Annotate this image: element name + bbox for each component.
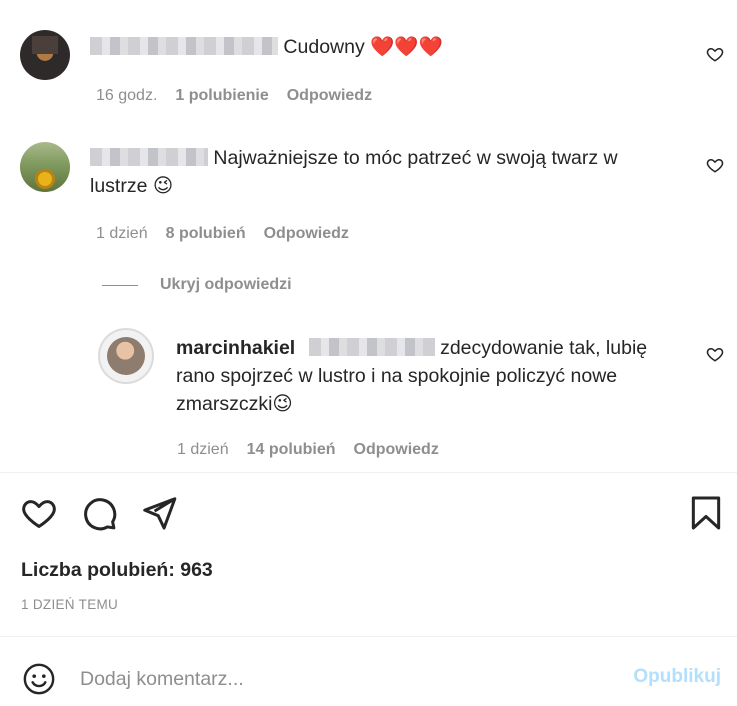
reply-text-line3: zmarszczki😉: [176, 393, 293, 415]
reply-text-line1: zdecydowanie tak, lubię: [440, 337, 648, 359]
reply-button[interactable]: Odpowiedz: [264, 225, 349, 243]
publish-button[interactable]: Opublikuj: [633, 666, 721, 688]
comment-time[interactable]: 16 godz.: [96, 87, 157, 105]
comment-meta: 16 godz. 1 polubienie Odpowiedz: [96, 87, 372, 105]
blurred-username[interactable]: [90, 37, 278, 55]
reply-likes[interactable]: 14 polubień: [247, 441, 336, 459]
comment-time[interactable]: 1 dzień: [96, 225, 148, 243]
post-date[interactable]: 1 DZIEŃ TEMU: [21, 597, 118, 612]
avatar[interactable]: [98, 328, 154, 384]
reply-username[interactable]: marcinhakiel: [176, 337, 295, 359]
reply-meta: 1 dzień 14 polubień Odpowiedz: [177, 441, 439, 459]
avatar[interactable]: [20, 142, 70, 192]
comment-input[interactable]: [80, 664, 600, 694]
comment-item: Najważniejsze to móc patrzeć w swoją twa…: [0, 110, 737, 260]
replies-divider-line: [102, 284, 138, 286]
hide-replies-button[interactable]: Ukryj odpowiedzi: [102, 276, 292, 294]
comment-icon[interactable]: [80, 494, 118, 532]
reply-body: marcinhakiel zdecydowanie tak, lubię ran…: [176, 334, 696, 418]
reply-time[interactable]: 1 dzień: [177, 441, 229, 459]
reply-item: marcinhakiel zdecydowanie tak, lubię ran…: [0, 320, 737, 470]
comment-body: Cudowny ❤️❤️❤️: [90, 33, 443, 61]
blurred-username[interactable]: [90, 148, 208, 166]
divider: [0, 472, 737, 473]
emoji-icon[interactable]: [22, 662, 56, 696]
like-comment-icon[interactable]: [706, 45, 724, 63]
avatar-photo: [107, 337, 145, 375]
comment-text: Cudowny ❤️❤️❤️: [283, 36, 443, 58]
comment-text-line2: lustrze 😉: [90, 175, 174, 197]
hide-replies-label: Ukryj odpowiedzi: [160, 276, 292, 293]
share-icon[interactable]: [140, 494, 178, 532]
comment-likes[interactable]: 8 polubień: [166, 225, 246, 243]
comment-meta: 1 dzień 8 polubień Odpowiedz: [96, 225, 349, 243]
like-reply-icon[interactable]: [706, 345, 724, 363]
post-action-bar: [20, 494, 725, 534]
heart-icon[interactable]: [20, 494, 58, 532]
reply-text-line2: rano spojrzeć w lustro i na spokojnie po…: [176, 365, 618, 387]
comment-likes[interactable]: 1 polubienie: [175, 87, 268, 105]
comment-composer: Opublikuj: [0, 650, 737, 706]
blurred-mention[interactable]: [308, 338, 435, 356]
divider: [0, 636, 737, 637]
like-comment-icon[interactable]: [706, 156, 724, 174]
bookmark-icon[interactable]: [687, 494, 725, 532]
likes-count[interactable]: Liczba polubień: 963: [21, 559, 213, 582]
comment-text-line1: Najważniejsze to móc patrzeć w swoją twa…: [213, 147, 618, 169]
comment-body: Najważniejsze to móc patrzeć w swoją twa…: [90, 144, 690, 200]
reply-button[interactable]: Odpowiedz: [287, 87, 372, 105]
avatar[interactable]: [20, 30, 70, 80]
reply-button[interactable]: Odpowiedz: [354, 441, 439, 459]
comment-item: Cudowny ❤️❤️❤️ 16 godz. 1 polubienie Odp…: [0, 0, 737, 110]
